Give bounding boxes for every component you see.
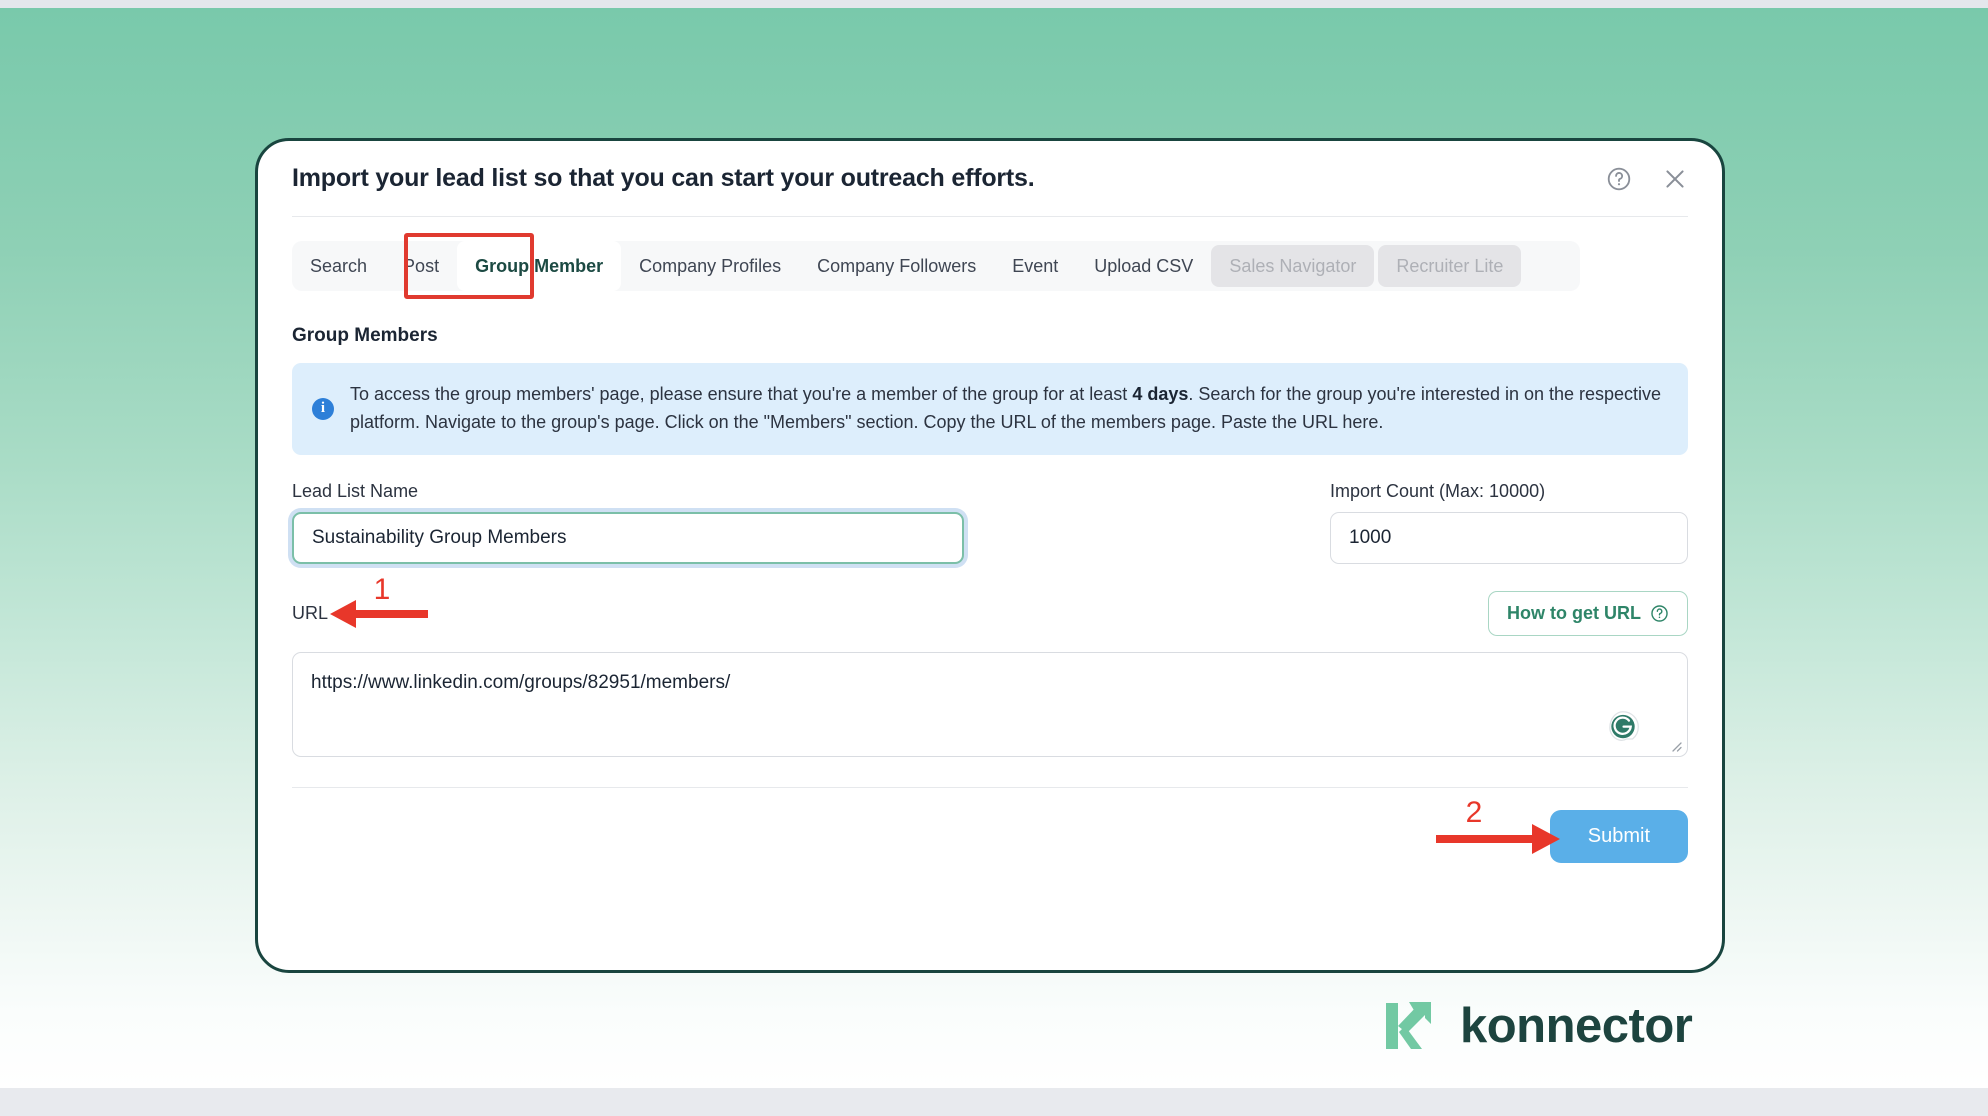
lead-list-name-input[interactable] bbox=[292, 511, 964, 564]
top-strip bbox=[0, 0, 1988, 8]
info-icon: i bbox=[312, 397, 334, 420]
question-circle-icon bbox=[1651, 605, 1668, 623]
how-to-get-url-label: How to get URL bbox=[1507, 603, 1641, 624]
brand-name: konnector bbox=[1460, 999, 1693, 1053]
import-count-input[interactable] bbox=[1330, 511, 1688, 564]
url-textarea-wrapper bbox=[292, 651, 1688, 757]
how-to-get-url-button[interactable]: How to get URL bbox=[1488, 591, 1688, 637]
annotation-number-1: 1 bbox=[374, 574, 391, 606]
import-source-tabs: Search Post Group Member Company Profile… bbox=[292, 241, 1580, 291]
tab-company-profiles[interactable]: Company Profiles bbox=[621, 241, 799, 291]
annotation-arrow-1: 1 bbox=[330, 574, 428, 628]
header-icon-group bbox=[1604, 164, 1690, 194]
bottom-strip bbox=[0, 1088, 1988, 1116]
konnector-brand: konnector bbox=[1378, 993, 1693, 1059]
info-banner: i To access the group members' page, ple… bbox=[292, 363, 1688, 455]
modal-body: Group Members i To access the group memb… bbox=[258, 325, 1722, 757]
tab-recruiter-lite: Recruiter Lite bbox=[1378, 245, 1522, 287]
konnector-k-arrow-logo bbox=[1386, 1002, 1431, 1049]
page-title: Import your lead list so that you can st… bbox=[292, 164, 1035, 192]
help-circle-icon[interactable] bbox=[1604, 164, 1634, 194]
tabs-container: Search Post Group Member Company Profile… bbox=[292, 233, 1688, 299]
lead-list-name-field: Lead List Name bbox=[292, 481, 964, 564]
modal-header: Import your lead list so that you can st… bbox=[258, 141, 1722, 216]
close-icon[interactable] bbox=[1660, 164, 1690, 194]
tab-sales-navigator: Sales Navigator bbox=[1211, 245, 1375, 287]
info-text-part1: To access the group members' page, pleas… bbox=[350, 384, 1133, 404]
tab-upload-csv[interactable]: Upload CSV bbox=[1076, 241, 1211, 291]
import-count-label: Import Count (Max: 10000) bbox=[1330, 480, 1546, 501]
tab-post[interactable]: Post bbox=[385, 241, 457, 291]
modal-footer: 2 Submit bbox=[258, 788, 1722, 863]
tab-group-member[interactable]: Group Member bbox=[457, 241, 622, 291]
tab-event[interactable]: Event bbox=[994, 241, 1076, 291]
annotation-number-2: 2 bbox=[1466, 796, 1483, 829]
info-banner-text: To access the group members' page, pleas… bbox=[350, 381, 1666, 437]
lead-list-name-label: Lead List Name bbox=[292, 480, 419, 501]
tab-company-followers[interactable]: Company Followers bbox=[799, 241, 994, 291]
import-lead-list-modal: Import your lead list so that you can st… bbox=[255, 138, 1725, 973]
tab-search[interactable]: Search bbox=[292, 241, 385, 291]
url-row: URL 1 How to get URL bbox=[292, 574, 1688, 638]
url-label: URL bbox=[292, 603, 329, 624]
submit-button[interactable]: Submit bbox=[1549, 809, 1688, 863]
section-title: Group Members bbox=[292, 325, 438, 346]
form-fields-row: Lead List Name Import Count (Max: 10000) bbox=[292, 481, 1688, 564]
annotation-arrow-2: 2 bbox=[1436, 796, 1560, 854]
import-count-field: Import Count (Max: 10000) bbox=[1330, 481, 1688, 564]
header-divider bbox=[292, 216, 1688, 217]
url-textarea[interactable] bbox=[292, 651, 1688, 757]
info-text-highlight: 4 days bbox=[1132, 384, 1189, 404]
